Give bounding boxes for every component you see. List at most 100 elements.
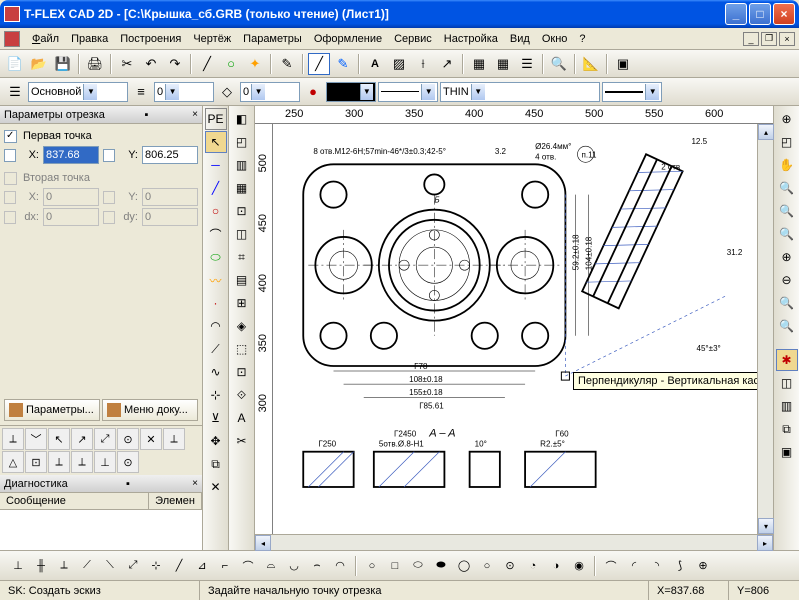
color-button[interactable]: ● [302, 81, 324, 103]
rbtn-pan[interactable]: ✋ [776, 154, 798, 176]
rbtn-zoom2[interactable]: 🔍 [776, 177, 798, 199]
vbtn2-4[interactable]: ▦ [231, 177, 253, 199]
snap-13[interactable]: ⊥ [94, 451, 116, 473]
bt-29[interactable]: ⟆ [670, 556, 690, 576]
bt-13[interactable]: ◡ [284, 556, 304, 576]
redo-button[interactable]: ↷ [164, 53, 186, 75]
bt-19[interactable]: ⬬ [431, 556, 451, 576]
mdi-close[interactable]: × [779, 32, 795, 46]
bt-1[interactable]: ⊥ [8, 556, 28, 576]
tab-params[interactable]: Параметры... [4, 399, 100, 421]
vbtn2-1[interactable]: ◧ [231, 108, 253, 130]
vbtn-circle[interactable]: ○ [205, 200, 227, 222]
level-combo[interactable]: 0▼ [154, 82, 214, 102]
snap-6[interactable]: ⊙ [117, 428, 139, 450]
menu-draw[interactable]: Чертёж [187, 31, 237, 47]
vbtn2-12[interactable]: ⊡ [231, 361, 253, 383]
vbtn-trim[interactable]: ⊻ [205, 407, 227, 429]
bt-16[interactable]: ○ [362, 556, 382, 576]
diag-col-message[interactable]: Сообщение [0, 493, 149, 509]
measure-tool[interactable]: 📐 [580, 53, 602, 75]
menu-setup[interactable]: Настройка [438, 31, 504, 47]
vbtn-spline[interactable]: 〰 [205, 269, 227, 291]
snap-3[interactable]: ↖ [48, 428, 70, 450]
vbtn2-7[interactable]: ⌗ [231, 246, 253, 268]
line-tool[interactable]: ╱ [196, 53, 218, 75]
bt-27[interactable]: ◜ [624, 556, 644, 576]
bt-17[interactable]: □ [385, 556, 405, 576]
bt-9[interactable]: ⊿ [192, 556, 212, 576]
linestyle-combo[interactable]: ▼ [602, 82, 662, 102]
lineweight-combo[interactable]: ▼ [378, 82, 438, 102]
menu-params[interactable]: Параметры [237, 31, 308, 47]
bt-7[interactable]: ⊹ [146, 556, 166, 576]
snap-4[interactable]: ↗ [71, 428, 93, 450]
first-point-check[interactable] [4, 130, 17, 143]
vbtn2-9[interactable]: ⊞ [231, 292, 253, 314]
vbtn2-cut[interactable]: ✂ [231, 430, 253, 452]
pin-icon-2[interactable]: ▪ [126, 478, 130, 490]
vbtn-line[interactable]: ─ [205, 154, 227, 176]
scrollbar-v[interactable]: ▴ ▾ [757, 124, 773, 534]
bt-3[interactable]: ⟂ [54, 556, 74, 576]
snap-12[interactable]: ⟂ [71, 451, 93, 473]
bt-25[interactable]: ◉ [569, 556, 589, 576]
leader-tool[interactable]: ↗ [436, 53, 458, 75]
menu-service[interactable]: Сервис [388, 31, 438, 47]
point-tool[interactable]: ✦ [244, 53, 266, 75]
bt-28[interactable]: ◝ [647, 556, 667, 576]
rbtn-zoom3[interactable]: 🔍 [776, 200, 798, 222]
diag-col-element[interactable]: Элемен [149, 493, 202, 509]
bt-22[interactable]: ⊙ [500, 556, 520, 576]
level-button[interactable]: ≡ [130, 81, 152, 103]
x1-check[interactable] [4, 149, 16, 162]
tab-menu[interactable]: Меню доку... [102, 399, 198, 421]
scrollbar-h[interactable]: ◂ ▸ [255, 534, 773, 550]
vbtn-offset[interactable]: ◠ [205, 315, 227, 337]
vbtn-select[interactable]: ↖ [205, 131, 227, 153]
library-tool[interactable]: ▣ [612, 53, 634, 75]
priority-combo[interactable]: 0▼ [240, 82, 300, 102]
layers-button[interactable]: ☰ [4, 81, 26, 103]
close-button[interactable]: × [773, 3, 795, 25]
vbtn-point[interactable]: · [205, 292, 227, 314]
rbtn-snap[interactable]: ✱ [776, 349, 798, 371]
rbtn-m4[interactable]: ▣ [776, 441, 798, 463]
snap-8[interactable]: ⟂ [163, 428, 185, 450]
minimize-button[interactable]: _ [725, 3, 747, 25]
print-button[interactable]: 🖨 [84, 53, 106, 75]
rbtn-redraw[interactable]: 🔍 [776, 315, 798, 337]
linetype-combo[interactable]: THIN▼ [440, 82, 600, 102]
dim-tool[interactable]: ⟊ [412, 53, 434, 75]
bt-2[interactable]: ╫ [31, 556, 51, 576]
x1-input[interactable] [43, 146, 99, 164]
menu-help[interactable]: ? [573, 31, 591, 47]
snap-1[interactable]: ⟂ [2, 428, 24, 450]
zoom-tool[interactable]: 🔍 [548, 53, 570, 75]
undo-button[interactable]: ↶ [140, 53, 162, 75]
bt-11[interactable]: ⌒ [238, 556, 258, 576]
bt-23[interactable]: ◔ [523, 556, 543, 576]
vbtn-del[interactable]: ✕ [205, 476, 227, 498]
vbtn-break[interactable]: ⊹ [205, 384, 227, 406]
save-button[interactable]: 💾 [52, 53, 74, 75]
y1-check[interactable] [103, 149, 115, 162]
mdi-minimize[interactable]: _ [743, 32, 759, 46]
vbtn-path[interactable]: ⟋ [205, 338, 227, 360]
vbtn2-5[interactable]: ⊡ [231, 200, 253, 222]
menu-edit[interactable]: Правка [65, 31, 114, 47]
vbtn2-8[interactable]: ▤ [231, 269, 253, 291]
cut-button[interactable]: ✂ [116, 53, 138, 75]
edit-tool[interactable]: ✎ [332, 53, 354, 75]
mdi-restore[interactable]: ❐ [761, 32, 777, 46]
hatch-tool[interactable]: ▨ [388, 53, 410, 75]
rbtn-zoom4[interactable]: 🔍 [776, 223, 798, 245]
text-tool[interactable]: A [364, 53, 386, 75]
bt-4[interactable]: ⟋ [77, 556, 97, 576]
panel-close[interactable]: × [192, 109, 198, 120]
bt-26[interactable]: ⌒ [601, 556, 621, 576]
bt-15[interactable]: ◠ [330, 556, 350, 576]
vbtn-move[interactable]: ✥ [205, 430, 227, 452]
bt-10[interactable]: ⌐ [215, 556, 235, 576]
vbtn-func[interactable]: ∿ [205, 361, 227, 383]
